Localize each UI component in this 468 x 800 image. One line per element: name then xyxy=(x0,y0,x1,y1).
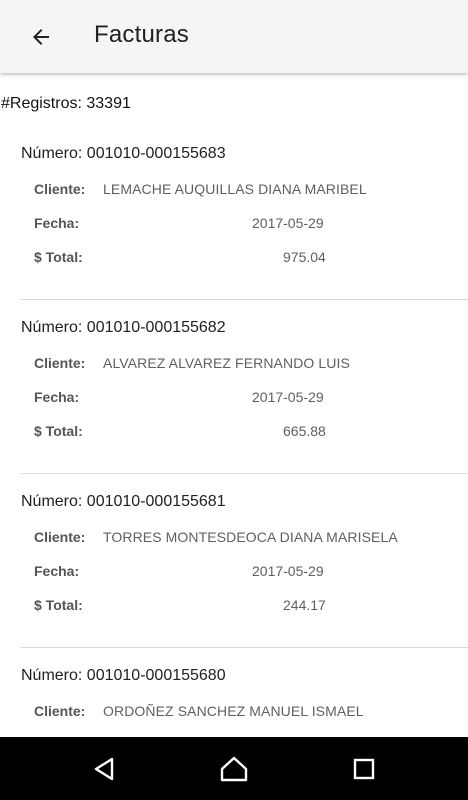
client-label: Cliente: xyxy=(34,181,86,197)
client-row: Cliente: ORDOÑEZ SANCHEZ MANUEL ISMAEL xyxy=(34,703,468,723)
back-button[interactable] xyxy=(20,16,62,58)
total-label: $ Total: xyxy=(34,597,83,613)
invoice-item[interactable]: Número: 001010-000155682 Cliente: ALVARE… xyxy=(0,309,468,483)
system-navigation-bar xyxy=(0,737,468,800)
page-title: Facturas xyxy=(94,21,189,48)
date-value: 2017-05-29 xyxy=(252,389,324,405)
invoice-number: Número: 001010-000155681 xyxy=(21,493,226,510)
client-row: Cliente: TORRES MONTESDEOCA DIANA MARISE… xyxy=(34,529,468,549)
client-value: ALVAREZ ALVAREZ FERNANDO LUIS xyxy=(103,355,350,371)
total-row: $ Total: 665.88 xyxy=(34,423,468,443)
divider xyxy=(21,473,468,474)
total-row: $ Total: 975.04 xyxy=(34,249,468,269)
client-label: Cliente: xyxy=(34,703,86,719)
nav-back-triangle-icon xyxy=(94,757,114,781)
invoice-list: Número: 001010-000155683 Cliente: LEMACH… xyxy=(0,135,468,737)
date-row: Fecha: 2017-05-29 xyxy=(34,389,468,409)
client-row: Cliente: LEMACHE AUQUILLAS DIANA MARIBEL xyxy=(34,181,468,201)
date-value: 2017-05-29 xyxy=(252,215,324,231)
invoice-number: Número: 001010-000155682 xyxy=(21,319,226,336)
divider xyxy=(21,299,468,300)
client-value: LEMACHE AUQUILLAS DIANA MARIBEL xyxy=(103,181,367,197)
nav-home-button[interactable] xyxy=(212,747,256,791)
app-bar: Facturas xyxy=(0,0,468,73)
nav-recents-button[interactable] xyxy=(342,747,386,791)
client-value: ORDOÑEZ SANCHEZ MANUEL ISMAEL xyxy=(103,703,364,719)
date-label: Fecha: xyxy=(34,215,80,231)
invoice-list-container[interactable]: #Registros: 33391 Número: 001010-0001556… xyxy=(0,73,468,737)
invoice-item[interactable]: Número: 001010-000155680 Cliente: ORDOÑE… xyxy=(0,657,468,737)
client-row: Cliente: ALVAREZ ALVAREZ FERNANDO LUIS xyxy=(34,355,468,375)
invoices-screen: Facturas #Registros: 33391 Número: 00101… xyxy=(0,0,468,800)
nav-home-icon xyxy=(220,756,248,782)
total-value: 665.88 xyxy=(283,423,326,439)
record-count: #Registros: 33391 xyxy=(1,95,131,112)
date-label: Fecha: xyxy=(34,563,80,579)
invoice-number: Número: 001010-000155683 xyxy=(21,145,226,162)
client-label: Cliente: xyxy=(34,529,86,545)
date-label: Fecha: xyxy=(34,389,80,405)
nav-back-button[interactable] xyxy=(82,747,126,791)
total-label: $ Total: xyxy=(34,423,83,439)
client-value: TORRES MONTESDEOCA DIANA MARISELA xyxy=(103,529,398,545)
arrow-back-icon xyxy=(33,29,49,45)
total-label: $ Total: xyxy=(34,249,83,265)
invoice-item[interactable]: Número: 001010-000155683 Cliente: LEMACH… xyxy=(0,135,468,309)
client-label: Cliente: xyxy=(34,355,86,371)
total-value: 975.04 xyxy=(283,249,326,265)
total-row: $ Total: 244.17 xyxy=(34,597,468,617)
invoice-number: Número: 001010-000155680 xyxy=(21,667,226,684)
date-row: Fecha: 2017-05-29 xyxy=(34,563,468,583)
divider xyxy=(21,647,468,648)
date-row: Fecha: 2017-05-29 xyxy=(34,215,468,235)
nav-recents-square-icon xyxy=(353,758,375,780)
invoice-item[interactable]: Número: 001010-000155681 Cliente: TORRES… xyxy=(0,483,468,657)
total-value: 244.17 xyxy=(283,597,326,613)
date-value: 2017-05-29 xyxy=(252,563,324,579)
